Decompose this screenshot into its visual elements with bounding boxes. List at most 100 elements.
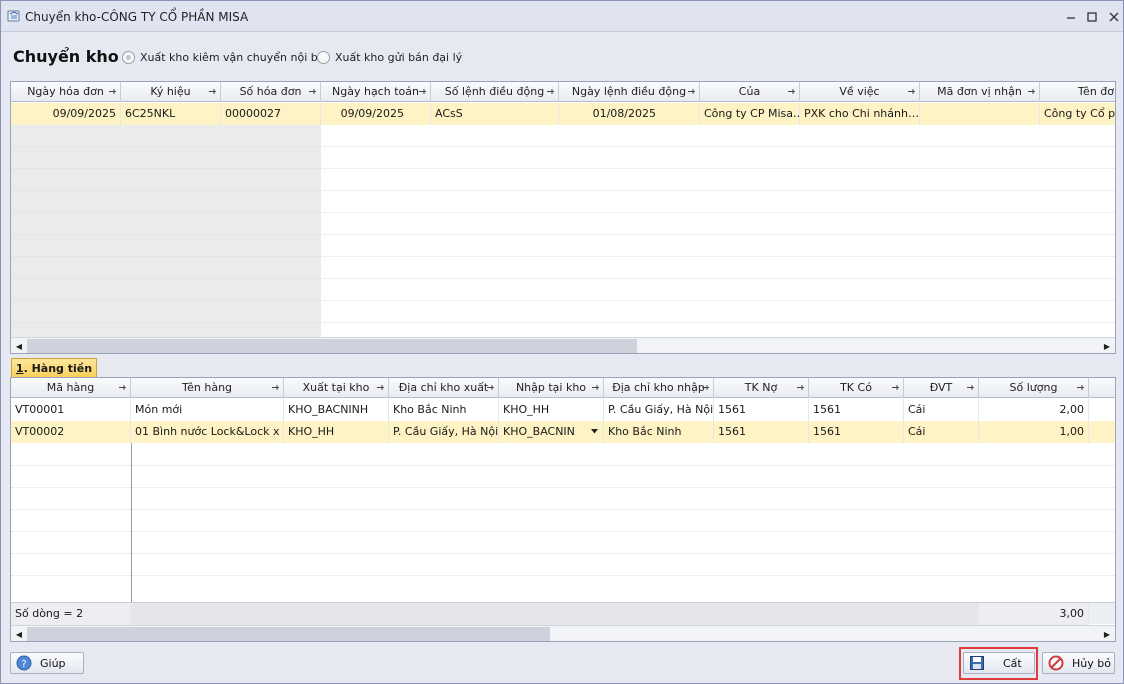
- cell-symbol[interactable]: 6C25NKL: [121, 103, 221, 125]
- cell-credit-account[interactable]: 1561: [809, 421, 904, 443]
- cell-import-address[interactable]: Kho Bắc Ninh: [604, 421, 714, 443]
- pin-icon[interactable]: [1027, 87, 1036, 96]
- row-divider: [11, 234, 1115, 235]
- scroll-right-icon[interactable]: ▶: [1099, 338, 1115, 353]
- col-receiver-code[interactable]: Mã đơn vị nhận: [920, 82, 1040, 102]
- cell-import-address[interactable]: P. Cầu Giấy, Hà Nội: [604, 399, 714, 421]
- cell-subject[interactable]: PXK cho Chi nhánh…: [800, 103, 920, 125]
- row-divider: [11, 146, 1115, 147]
- cell-quantity[interactable]: 2,00: [979, 399, 1089, 421]
- cell-item-code[interactable]: VT00002: [11, 421, 131, 443]
- cell-posting-date[interactable]: 09/09/2025: [321, 103, 431, 125]
- scroll-thumb[interactable]: [27, 627, 550, 641]
- col-debit-account[interactable]: TK Nợ: [714, 378, 809, 398]
- cell-credit-account[interactable]: 1561: [809, 399, 904, 421]
- cell-import-warehouse[interactable]: KHO_HH: [499, 399, 604, 421]
- pin-icon[interactable]: [108, 87, 117, 96]
- chevron-down-icon[interactable]: [591, 429, 598, 434]
- pin-icon[interactable]: [486, 383, 495, 392]
- cell-order-date[interactable]: 01/08/2025: [559, 103, 700, 125]
- scroll-left-icon[interactable]: ◀: [11, 626, 27, 641]
- pin-icon[interactable]: [308, 87, 317, 96]
- col-item-code[interactable]: Mã hàng: [11, 378, 131, 398]
- col-receiver-name[interactable]: Tên đơ: [1040, 82, 1115, 102]
- radio-internal-transfer[interactable]: Xuất kho kiêm vận chuyển nội bộ: [122, 51, 324, 64]
- col-credit-account[interactable]: TK Có: [809, 378, 904, 398]
- cell-unit[interactable]: Cái: [904, 399, 979, 421]
- cell-quantity[interactable]: 1,00: [979, 421, 1089, 443]
- col-export-address[interactable]: Địa chỉ kho xuất: [389, 378, 499, 398]
- import-warehouse-value: KHO_BACNIN: [503, 425, 575, 438]
- cell-invoice-number[interactable]: 00000027: [221, 103, 321, 125]
- col-invoice-number[interactable]: Số hóa đơn: [221, 82, 321, 102]
- maximize-icon[interactable]: [1082, 7, 1102, 27]
- cell-export-address[interactable]: P. Cầu Giấy, Hà Nội: [389, 421, 499, 443]
- voucher-grid: Ngày hóa đơn Ký hiệu Số hóa đơn Ngày hạc…: [10, 81, 1116, 354]
- col-order-date[interactable]: Ngày lệnh điều động: [559, 82, 700, 102]
- row-divider: [11, 190, 1115, 191]
- pin-icon[interactable]: [208, 87, 217, 96]
- pin-icon[interactable]: [796, 383, 805, 392]
- pin-icon[interactable]: [787, 87, 796, 96]
- close-icon[interactable]: [1104, 7, 1124, 27]
- pin-icon[interactable]: [271, 383, 280, 392]
- pin-icon[interactable]: [376, 383, 385, 392]
- col-order-number[interactable]: Số lệnh điều động: [431, 82, 559, 102]
- cell-debit-account[interactable]: 1561: [714, 421, 809, 443]
- col-subject[interactable]: Về việc: [800, 82, 920, 102]
- col-export-warehouse[interactable]: Xuất tại kho: [284, 378, 389, 398]
- table-row[interactable]: VT00001 Món mới KHO_BACNINH Kho Bắc Ninh…: [11, 399, 1089, 421]
- cell-item-code[interactable]: VT00001: [11, 399, 131, 421]
- help-button[interactable]: ? Giúp: [10, 652, 84, 674]
- pin-icon[interactable]: [907, 87, 916, 96]
- scroll-left-icon[interactable]: ◀: [11, 338, 27, 353]
- cell-order-number[interactable]: ACsS: [431, 103, 559, 125]
- tab-goods[interactable]: 1. Hàng tiền: [11, 358, 97, 378]
- cell-export-warehouse[interactable]: KHO_HH: [284, 421, 389, 443]
- goods-grid-header: Mã hàng Tên hàng Xuất tại kho Địa chỉ kh…: [11, 378, 1115, 398]
- col-item-name[interactable]: Tên hàng: [131, 378, 284, 398]
- col-overflow: [1089, 378, 1115, 398]
- top-grid-hscrollbar[interactable]: ◀ ▶: [11, 337, 1115, 353]
- bottom-grid-hscrollbar[interactable]: ◀ ▶: [11, 625, 1115, 641]
- pin-icon[interactable]: [418, 87, 427, 96]
- scroll-right-icon[interactable]: ▶: [1099, 626, 1115, 641]
- cell-item-name[interactable]: Món mới: [131, 399, 284, 421]
- cell-debit-account[interactable]: 1561: [714, 399, 809, 421]
- voucher-row[interactable]: 09/09/2025 6C25NKL 00000027 09/09/2025 A…: [11, 103, 1115, 125]
- cell-export-address[interactable]: Kho Bắc Ninh: [389, 399, 499, 421]
- cell-of[interactable]: Công ty CP Misa…: [700, 103, 800, 125]
- cell-invoice-date[interactable]: 09/09/2025: [11, 103, 121, 125]
- col-invoice-date[interactable]: Ngày hóa đơn: [11, 82, 121, 102]
- pin-icon[interactable]: [1076, 383, 1085, 392]
- col-symbol[interactable]: Ký hiệu: [121, 82, 221, 102]
- pin-icon[interactable]: [701, 383, 710, 392]
- pin-icon[interactable]: [591, 383, 600, 392]
- cell-export-warehouse[interactable]: KHO_BACNINH: [284, 399, 389, 421]
- help-label: Giúp: [40, 656, 66, 670]
- summary-row: Số dòng = 2 3,00: [11, 602, 1115, 625]
- table-row[interactable]: VT00002 01 Bình nước Lock&Lock x KHO_HH …: [11, 421, 1115, 443]
- col-unit[interactable]: ĐVT: [904, 378, 979, 398]
- cell-unit[interactable]: Cái: [904, 421, 979, 443]
- cell-receiver-code[interactable]: [920, 103, 1040, 125]
- radio-agent-label: Xuất kho gửi bán đại lý: [335, 51, 463, 64]
- minimize-icon[interactable]: [1061, 7, 1081, 27]
- col-import-address[interactable]: Địa chỉ kho nhập: [604, 378, 714, 398]
- pin-icon[interactable]: [687, 87, 696, 96]
- col-import-warehouse[interactable]: Nhập tại kho: [499, 378, 604, 398]
- pin-icon[interactable]: [891, 383, 900, 392]
- import-warehouse-dropdown[interactable]: KHO_BACNIN: [499, 421, 604, 443]
- pin-icon[interactable]: [966, 383, 975, 392]
- col-posting-date[interactable]: Ngày hạch toán: [321, 82, 431, 102]
- cancel-button[interactable]: Hủy bỏ: [1042, 652, 1115, 674]
- summary-empty: [131, 603, 979, 625]
- col-quantity[interactable]: Số lượng: [979, 378, 1089, 398]
- pin-icon[interactable]: [546, 87, 555, 96]
- radio-agent-sale[interactable]: Xuất kho gửi bán đại lý: [317, 51, 462, 64]
- col-of[interactable]: Của: [700, 82, 800, 102]
- pin-icon[interactable]: [118, 383, 127, 392]
- cell-receiver-name[interactable]: Công ty Cổ phầ: [1040, 103, 1115, 125]
- cell-item-name[interactable]: 01 Bình nước Lock&Lock x: [131, 421, 284, 443]
- scroll-thumb[interactable]: [27, 339, 637, 353]
